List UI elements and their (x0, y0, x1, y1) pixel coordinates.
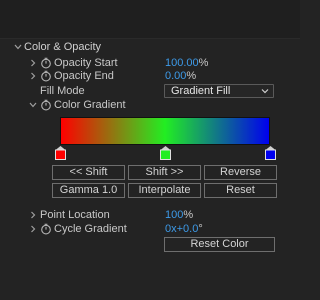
panel-header-strip (0, 0, 300, 39)
fill-mode-dropdown[interactable]: Gradient Fill (164, 84, 274, 98)
shift-left-button[interactable]: << Shift (52, 165, 125, 180)
reset-button[interactable]: Reset (204, 183, 277, 198)
gradient-stop-3[interactable] (264, 146, 276, 160)
reset-color-button[interactable]: Reset Color (164, 237, 275, 252)
color-gradient-label: Color Gradient (54, 99, 126, 111)
chevron-right-icon[interactable] (29, 68, 37, 84)
gradient-stop-1[interactable] (54, 146, 66, 160)
stopwatch-icon[interactable] (40, 223, 52, 235)
chevron-down-icon[interactable] (14, 39, 22, 55)
reverse-button[interactable]: Reverse (204, 165, 277, 180)
opacity-end-value[interactable]: 0.00% (165, 68, 196, 84)
chevron-down-icon[interactable] (29, 97, 37, 113)
gradient-stop-2[interactable] (159, 146, 171, 160)
cycle-gradient-value[interactable]: 0x+0.0° (165, 221, 203, 237)
chevron-down-icon (261, 89, 269, 94)
shift-right-button[interactable]: Shift >> (128, 165, 201, 180)
cycle-gradient-unit: ° (198, 223, 203, 235)
property-color-gradient: Color Gradient (0, 97, 300, 113)
chevron-right-icon[interactable] (29, 221, 37, 237)
stopwatch-icon[interactable] (40, 99, 52, 111)
gradient-preview[interactable] (60, 117, 270, 145)
section-color-opacity[interactable]: Color & Opacity (0, 39, 300, 55)
fill-mode-selected: Gradient Fill (171, 85, 231, 97)
property-cycle-gradient: Cycle Gradient 0x+0.0° (0, 221, 300, 237)
gamma-button[interactable]: Gamma 1.0 (52, 183, 125, 198)
property-opacity-end: Opacity End 0.00% (0, 68, 300, 84)
opacity-end-label: Opacity End (54, 70, 114, 82)
point-location-unit: % (183, 209, 194, 221)
stopwatch-icon[interactable] (40, 70, 52, 82)
opacity-end-unit: % (186, 70, 197, 82)
interpolate-button[interactable]: Interpolate (128, 183, 201, 198)
section-title: Color & Opacity (24, 41, 102, 53)
cycle-gradient-label: Cycle Gradient (54, 223, 127, 235)
effect-controls-panel: Color & Opacity Opacity Start 100.00% Op… (0, 0, 300, 300)
